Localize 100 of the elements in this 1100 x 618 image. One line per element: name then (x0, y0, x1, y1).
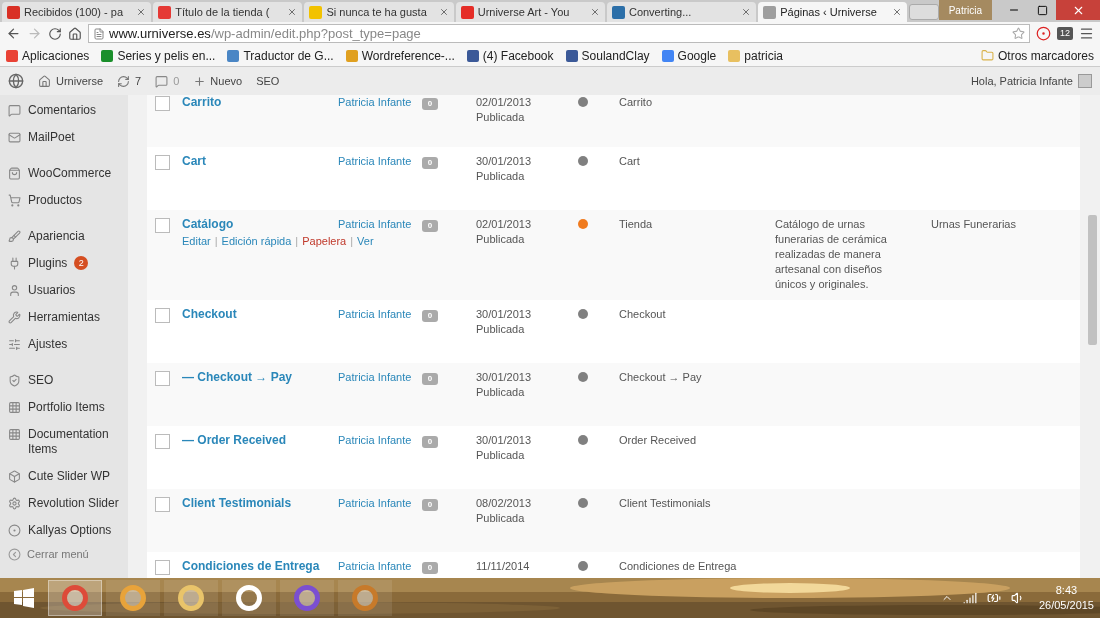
extension-badge[interactable]: 12 (1057, 26, 1073, 41)
menu-item[interactable]: SEO (0, 367, 128, 394)
menu-item[interactable]: Apariencia (0, 223, 128, 250)
menu-item[interactable]: Documentation Items (0, 421, 128, 463)
page-title-link[interactable]: — Order Received (182, 433, 338, 448)
updates-link[interactable]: 7 (117, 72, 142, 90)
author-link[interactable]: Patricia Infante (338, 96, 412, 108)
bookmark[interactable]: Wordreference-... (345, 46, 455, 65)
bookmark[interactable]: Series y pelis en... (101, 46, 216, 65)
bookmark[interactable]: patricia (728, 46, 783, 65)
collapse-menu[interactable]: Cerrar menú (0, 546, 128, 563)
action-separator: | (350, 235, 354, 247)
taskbar-app[interactable] (338, 580, 392, 616)
menu-item[interactable]: Cute Slider WP (0, 463, 128, 490)
page-title-link[interactable]: Carrito (182, 95, 338, 110)
author-link[interactable]: Patricia Infante (338, 218, 412, 230)
menu-item[interactable]: MailPoet (0, 124, 128, 151)
reload-icon[interactable] (48, 26, 62, 41)
browser-tab[interactable]: Urniverse Art - You (455, 2, 605, 22)
avatar-icon (1078, 74, 1092, 88)
address-bar[interactable]: www.urniverse.es/wp-admin/edit.php?post_type=page (88, 24, 1030, 43)
bookmark-icon (6, 49, 18, 62)
template-text: Carrito (619, 96, 652, 108)
author-link[interactable]: Patricia Infante (338, 434, 412, 446)
close-icon[interactable] (892, 7, 903, 17)
browser-tab[interactable]: Título de la tienda ( (153, 2, 303, 22)
row-checkbox[interactable] (155, 434, 170, 449)
row-checkbox[interactable] (155, 497, 170, 512)
close-icon[interactable] (287, 7, 298, 17)
menu-item[interactable]: Portfolio Items (0, 394, 128, 421)
bookmark[interactable]: Traductor de G... (227, 46, 334, 65)
row-checkbox[interactable] (155, 308, 170, 323)
row-checkbox[interactable] (155, 96, 170, 111)
new-link[interactable]: Nuevo (193, 72, 243, 90)
date-text: 02/01/2013 (476, 95, 533, 110)
author-link[interactable]: Patricia Infante (338, 155, 412, 167)
menu-item[interactable]: Productos (0, 187, 128, 214)
page-title-link[interactable]: Client Testimonials (182, 496, 338, 511)
bookmark[interactable]: SoulandClay (565, 46, 650, 65)
signal-icon[interactable] (962, 591, 977, 605)
row-action-link[interactable]: Editar (182, 235, 211, 247)
page-title-link[interactable]: Cart (182, 154, 338, 169)
page-title-link[interactable]: Condiciones de Entrega (182, 559, 338, 574)
browser-tab[interactable]: Páginas ‹ Urniverse (758, 2, 908, 22)
menu-item[interactable]: Kallyas Options (0, 517, 128, 544)
taskbar-app[interactable] (280, 580, 334, 616)
clock[interactable]: 8:43 26/05/2015 (1038, 583, 1094, 613)
comment-icon (155, 74, 169, 88)
folder-icon (980, 49, 994, 62)
bookmark-icon (565, 49, 578, 62)
close-icon[interactable] (741, 7, 752, 17)
row-checkbox[interactable] (155, 560, 170, 575)
date-text: 30/01/2013 (476, 370, 533, 385)
author-link[interactable]: Patricia Infante (338, 371, 412, 383)
row-action-link[interactable]: Ver (357, 235, 374, 247)
row-checkbox[interactable] (155, 218, 170, 233)
taskbar-app[interactable] (222, 580, 276, 616)
site-link[interactable]: Urniverse (38, 72, 104, 90)
menu-icon[interactable] (1079, 26, 1094, 41)
browser-tab[interactable]: Converting... (606, 2, 757, 22)
bookmark[interactable]: (4) Facebook (466, 46, 554, 65)
bookmark[interactable]: Aplicaciones (6, 46, 90, 65)
back-icon[interactable] (6, 26, 21, 41)
home-icon[interactable] (68, 26, 82, 41)
menu-icon (8, 167, 21, 180)
page-title-link[interactable]: Catálogo (182, 217, 338, 232)
seo-link[interactable]: SEO (256, 72, 280, 90)
other-bookmarks[interactable]: Otros marcadores (980, 46, 1094, 65)
extension-icon[interactable] (1036, 26, 1051, 41)
close-icon[interactable] (438, 7, 449, 17)
row-checkbox[interactable] (155, 155, 170, 170)
menu-item[interactable]: Herramientas (0, 304, 128, 331)
menu-item[interactable]: Usuarios (0, 277, 128, 304)
menu-item[interactable]: Ajustes (0, 331, 128, 358)
menu-item[interactable]: Comentarios (0, 97, 128, 124)
page-title-link[interactable]: Checkout (182, 307, 338, 322)
menu-icon (8, 401, 21, 414)
star-icon[interactable] (1012, 27, 1025, 40)
close-icon[interactable] (136, 7, 147, 17)
row-action-link[interactable]: Papelera (302, 235, 347, 247)
author-link[interactable]: Patricia Infante (338, 560, 412, 572)
row-checkbox[interactable] (155, 371, 170, 386)
taskbar-app[interactable] (106, 580, 160, 616)
close-icon[interactable] (589, 7, 600, 17)
bookmark[interactable]: Google (661, 46, 717, 65)
page-title-link[interactable]: — Checkout → Pay (182, 370, 338, 385)
menu-item[interactable]: Plugins 2 (0, 250, 128, 277)
browser-tab[interactable]: Si nunca te ha gusta (304, 2, 454, 22)
author-link[interactable]: Patricia Infante (338, 497, 412, 509)
row-action-link[interactable]: Edición rápida (221, 235, 292, 247)
menu-icon (8, 284, 21, 297)
browser-tab[interactable]: Recibidos (100) - pa (2, 2, 152, 22)
author-link[interactable]: Patricia Infante (338, 308, 412, 320)
menu-item[interactable]: Revolution Slider (0, 490, 128, 517)
action-separator: | (295, 235, 299, 247)
greeting-link[interactable]: Hola, Patricia Infante (970, 72, 1092, 90)
taskbar-app[interactable] (164, 580, 218, 616)
menu-item[interactable]: WooCommerce (0, 160, 128, 187)
battery-icon[interactable] (986, 591, 1001, 605)
update-count: 2 (74, 256, 89, 270)
